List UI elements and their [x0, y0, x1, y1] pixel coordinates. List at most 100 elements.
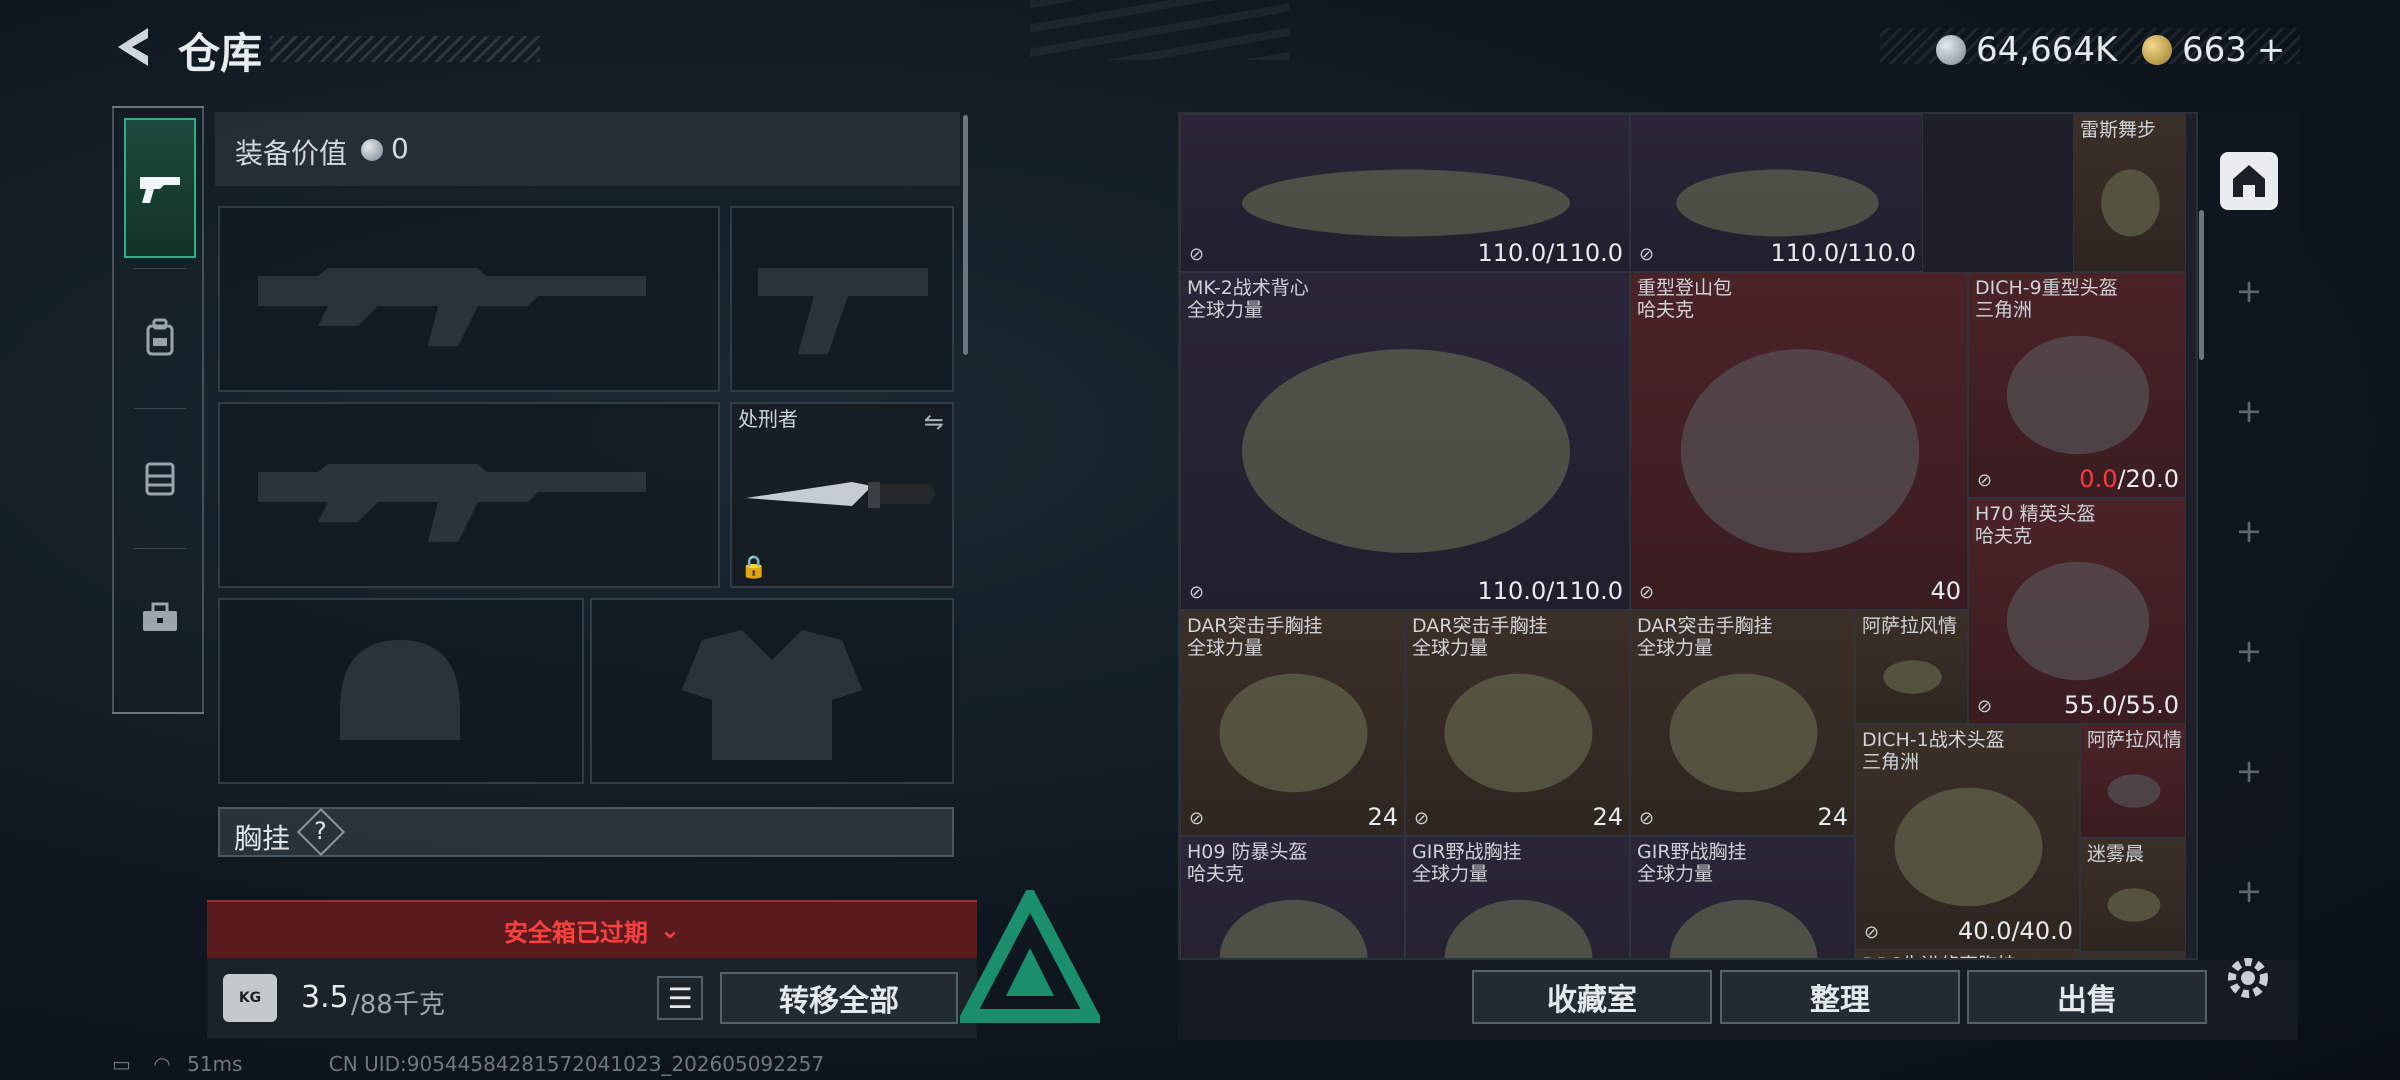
item-image — [1680, 349, 1920, 553]
item-marked-icon: ⊘ — [1414, 808, 1430, 829]
add-gold-button[interactable]: + — [2257, 30, 2286, 70]
inventory-item[interactable]: MK-2战术背心 全球力量 110.0/110.0 ⊘ — [1180, 272, 1630, 610]
item-title: MK-2战术背心 — [1187, 277, 1309, 299]
item-name: DAR突击手胸挂 全球力量 — [1637, 615, 1773, 659]
item-marked-icon: ⊘ — [1639, 808, 1655, 829]
silver-amount: 64,664K — [1976, 30, 2118, 70]
category-tabs — [112, 108, 204, 713]
weight-current: 3.5 — [301, 980, 349, 1015]
item-name: H09 防暴头盔 哈夫克 — [1187, 841, 1308, 885]
add-storage-button[interactable]: + — [2200, 512, 2298, 550]
tab-weapons[interactable] — [124, 118, 196, 258]
item-name: DAR突击手胸挂 全球力量 — [1187, 615, 1323, 659]
inventory-item[interactable]: 雷斯舞步 — [2073, 114, 2186, 272]
inventory-item[interactable]: DAR突击手胸挂 全球力量 24 ⊘ — [1180, 610, 1405, 836]
item-durability: 110.0/110.0 — [1771, 239, 1917, 267]
item-durability-current: 0.0 — [2079, 465, 2118, 493]
secondary-weapon-slot[interactable] — [218, 402, 720, 588]
gear-icon[interactable] — [2220, 950, 2276, 1006]
item-image — [1242, 349, 1570, 553]
item-value-text: 110.0/110.0 — [1477, 239, 1624, 267]
item-name: GIR野战胸挂 全球力量 — [1412, 841, 1522, 885]
inventory-grid: 110.0/110.0 ⊘ 110.0/110.0 ⊘ 雷斯舞步 MK-2战术背心 全球力量… — [1178, 112, 2198, 960]
inventory-item[interactable]: DRC先进侦察胸挂 — [1855, 949, 2080, 958]
chevron-down-icon: ⌄ — [659, 916, 681, 944]
inventory-item[interactable]: 重型登山包 哈夫克 40 ⊘ — [1630, 272, 1968, 610]
primary-weapon-slot[interactable] — [218, 206, 720, 392]
knife-image — [746, 482, 936, 508]
inventory-item[interactable]: DICH-9重型头盔 三角洲 0.0/20.0 ⊘ — [1968, 272, 2186, 498]
add-storage-button[interactable]: + — [2200, 272, 2298, 310]
tab-backpack[interactable] — [124, 268, 196, 408]
player-uid: CN UID:9054458428157204102З_202605092257 — [328, 1052, 825, 1076]
item-image — [1219, 899, 1368, 958]
melee-slot[interactable]: 处刑者 ⇋ 🔒 — [730, 402, 954, 588]
inventory-item[interactable]: H70 精英头盔 哈夫克 55.0/55.0 ⊘ — [1968, 498, 2186, 724]
inventory-item[interactable]: 110.0/110.0 ⊘ — [1630, 114, 1923, 272]
add-storage-button[interactable]: + — [2200, 632, 2298, 670]
transfer-all-button[interactable]: 转移全部 — [720, 972, 958, 1024]
armor-slot[interactable] — [590, 598, 954, 784]
rifle-silhouette-icon — [258, 268, 646, 346]
inventory-item[interactable]: DAR突击手胸挂 全球力量 24 ⊘ — [1630, 610, 1855, 836]
tab-toolbox[interactable] — [124, 548, 196, 688]
item-value-text: /20.0 — [2117, 465, 2179, 493]
weight-max: /88千克 — [351, 990, 445, 1020]
gold-amount: 663 — [2182, 30, 2247, 70]
item-name: GIR野战胸挂 全球力量 — [1637, 841, 1747, 885]
safebox-expired-banner[interactable]: 安全箱已过期 ⌄ — [207, 900, 977, 958]
storage-tabs-column: + + + + + + — [2200, 112, 2298, 960]
inventory-scrollbar[interactable] — [2199, 210, 2204, 360]
inventory-item[interactable]: DAR突击手胸挂 全球力量 24 ⊘ — [1405, 610, 1630, 836]
item-title: H09 防暴头盔 — [1187, 841, 1308, 863]
add-storage-button[interactable]: + — [2200, 392, 2298, 430]
swap-icon[interactable]: ⇋ — [924, 408, 944, 436]
item-image — [1669, 673, 1818, 793]
item-image — [1219, 673, 1368, 793]
add-storage-button[interactable]: + — [2200, 872, 2298, 910]
item-name: MK-2战术背心 全球力量 — [1187, 277, 1309, 321]
item-title: 阿萨拉风情 — [2087, 729, 2183, 751]
item-marked-icon: ⊘ — [1977, 696, 1993, 717]
item-title: GIR野战胸挂 — [1412, 841, 1522, 863]
inventory-item[interactable]: GIR野战胸挂 全球力量 — [1630, 836, 1855, 958]
item-marked-icon: ⊘ — [1977, 470, 1993, 491]
inventory-item[interactable]: 迷雾晨 — [2080, 952, 2186, 958]
item-image — [1669, 899, 1818, 958]
equipment-scrollbar[interactable] — [963, 115, 968, 355]
silver-coin-icon — [361, 139, 383, 161]
item-image — [1894, 787, 2043, 907]
pistol-slot[interactable] — [730, 206, 954, 392]
inventory-item[interactable]: 迷雾晨 — [2080, 838, 2186, 952]
inventory-item[interactable]: H09 防暴头盔 哈夫克 — [1180, 836, 1405, 958]
gold-coin-icon — [2142, 35, 2172, 65]
collection-room-button[interactable]: 收藏室 — [1472, 970, 1712, 1024]
tab-vest[interactable] — [124, 408, 196, 548]
item-name: 迷雾晨 — [2087, 843, 2144, 865]
organize-button[interactable]: 整理 — [1720, 970, 1960, 1024]
item-durability: 40.0/40.0 — [1958, 917, 2073, 945]
item-value-text: 24 — [1817, 803, 1848, 831]
item-durability: 24 — [1817, 803, 1848, 831]
item-title: 迷雾晨 — [2087, 843, 2145, 865]
sell-button[interactable]: 出售 — [1967, 970, 2207, 1024]
item-durability: 24 — [1367, 803, 1398, 831]
back-arrow-icon[interactable] — [110, 22, 160, 72]
inventory-item[interactable]: DICH-1战术头盔 三角洲 40.0/40.0 ⊘ — [1855, 724, 2080, 950]
inventory-item[interactable]: 阿萨拉风情 — [1855, 610, 1968, 724]
item-title: DICH-9重型头盔 — [1975, 277, 2118, 299]
helmet-slot[interactable] — [218, 598, 584, 784]
item-title: 雷斯舞步 — [2080, 119, 2157, 141]
inventory-item[interactable]: GIR野战胸挂 全球力量 — [1405, 836, 1630, 958]
inventory-item[interactable]: 110.0/110.0 ⊘ — [1180, 114, 1630, 272]
item-image — [2006, 561, 2150, 681]
tabs-bottom-border — [112, 712, 204, 714]
inventory-item[interactable]: 阿萨拉风情 — [2080, 724, 2186, 838]
list-view-icon[interactable]: ☰ — [657, 976, 703, 1020]
warehouse-icon[interactable] — [2220, 152, 2278, 210]
gold-currency[interactable]: 663 + — [2142, 30, 2285, 70]
item-name: H70 精英头盔 哈夫克 — [1975, 503, 2096, 547]
add-storage-button[interactable]: + — [2200, 752, 2298, 790]
melee-name: 处刑者 — [738, 407, 798, 431]
rifle-silhouette-icon — [258, 464, 646, 542]
